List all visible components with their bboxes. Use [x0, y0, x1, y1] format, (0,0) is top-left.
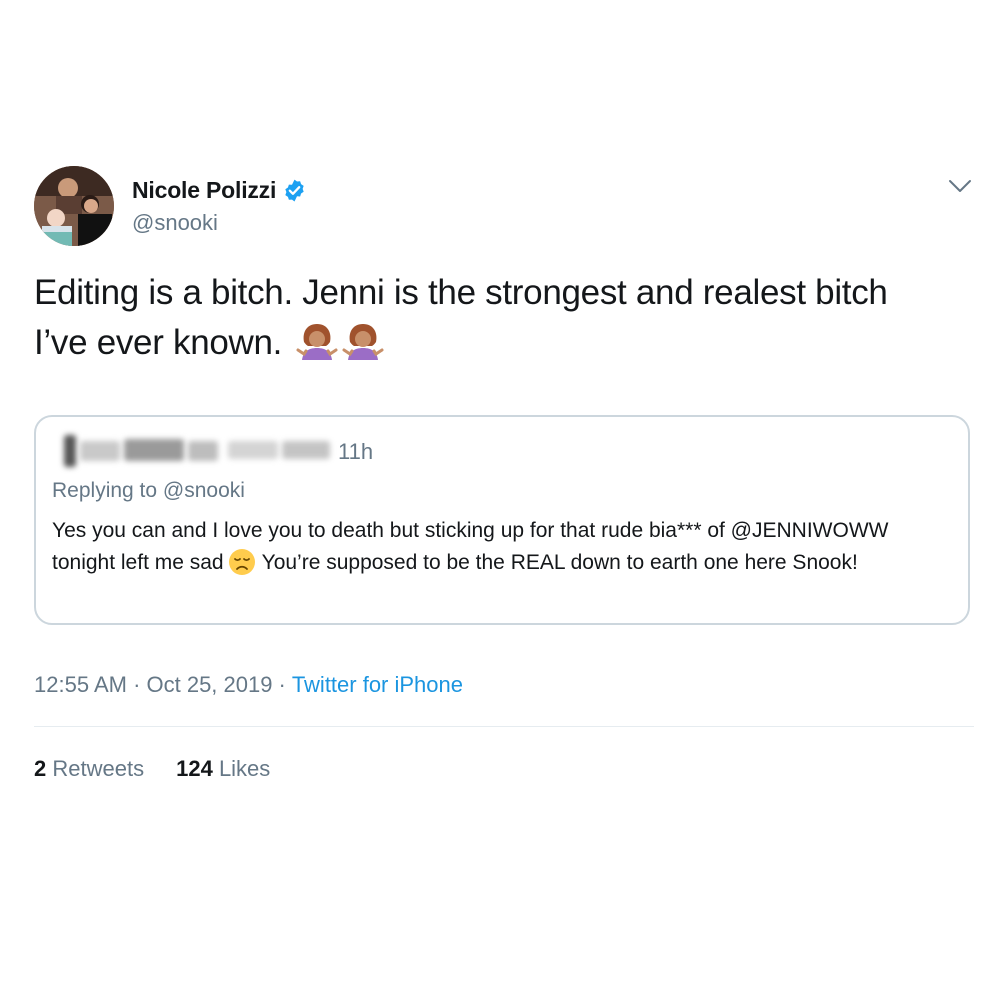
name-row: Nicole Polizzi	[132, 176, 307, 204]
quoted-tweet-time: 11h	[338, 439, 374, 464]
timestamp[interactable]: 12:55 AM · Oct 25, 2019	[34, 672, 272, 697]
disappointed-face-icon	[228, 548, 256, 576]
retweets-count: 2	[34, 756, 47, 781]
divider	[34, 726, 974, 727]
tweet-stats: 2 Retweets 124 Likes	[34, 756, 302, 782]
meta-separator: ·	[278, 672, 286, 697]
quoted-tweet-text: Yes you can and I love you to death but …	[52, 515, 952, 579]
chevron-down-icon[interactable]	[946, 176, 974, 196]
woman-shrugging-icon	[342, 320, 384, 362]
likes-stat[interactable]: 124 Likes	[176, 756, 270, 782]
tweet-text-line2: I’ve ever known.	[34, 323, 283, 362]
woman-shrugging-icon	[296, 320, 338, 362]
user-handle[interactable]: @snooki	[132, 210, 218, 236]
tweet-card: Nicole Polizzi @snooki Editing is a bitc…	[0, 0, 1000, 1000]
tweet-meta: 12:55 AM · Oct 25, 2019 · Twitter for iPho…	[34, 672, 463, 698]
verified-badge-icon	[282, 178, 307, 203]
tweet-text: Editing is a bitch. Jenni is the stronge…	[34, 268, 974, 368]
likes-label: Likes	[218, 756, 271, 781]
retweets-stat[interactable]: 2 Retweets	[34, 756, 144, 782]
tweet-text-line1: Editing is a bitch. Jenni is the stronge…	[34, 273, 888, 312]
display-name[interactable]: Nicole Polizzi	[132, 177, 276, 204]
retweets-label: Retweets	[52, 756, 145, 781]
quoted-text-part2: You’re supposed to be the REAL down to e…	[261, 551, 858, 574]
tweet-source-link[interactable]: Twitter for iPhone	[292, 672, 463, 697]
avatar[interactable]	[34, 166, 114, 246]
likes-count: 124	[176, 756, 213, 781]
quoted-tweet[interactable]: 11h Replying to @snooki Yes you can and …	[34, 415, 970, 625]
replying-to: Replying to @snooki	[52, 479, 245, 502]
blurred-quoted-author	[58, 431, 334, 467]
